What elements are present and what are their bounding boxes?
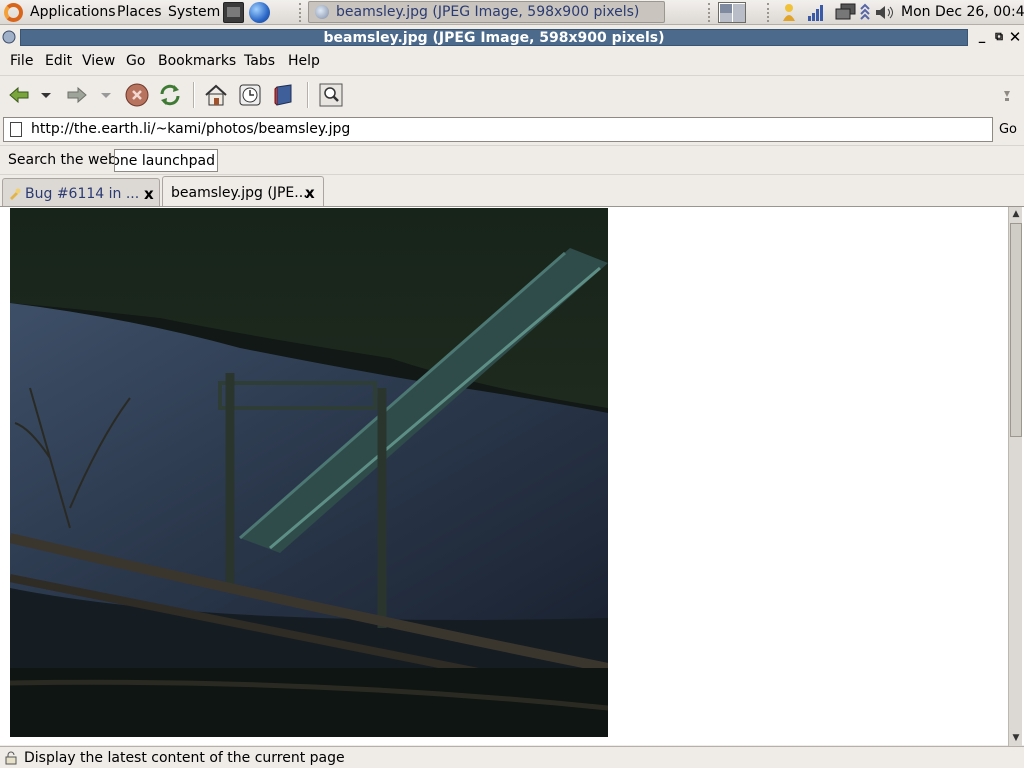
page-icon	[10, 122, 22, 137]
menu-go[interactable]: Go	[126, 53, 145, 69]
window-titlebar[interactable]: beamsley.jpg (JPEG Image, 598x900 pixels…	[0, 27, 1024, 48]
menu-tabs[interactable]: Tabs	[244, 53, 275, 69]
maximize-icon[interactable]: ⧉	[991, 29, 1007, 45]
status-bar: Display the latest content of the curren…	[0, 746, 1024, 768]
url-input[interactable]: http://the.earth.li/~kami/photos/beamsle…	[3, 117, 993, 142]
menu-help[interactable]: Help	[288, 53, 320, 69]
search-input-value: malone launchpad	[115, 153, 215, 169]
menu-view[interactable]: View	[82, 53, 115, 69]
go-button[interactable]: Go	[995, 119, 1021, 141]
web-browser-launcher-icon[interactable]	[249, 2, 270, 23]
tab-label: Bug #6114 in ...	[25, 186, 140, 202]
network-manager-icon[interactable]	[835, 3, 857, 22]
vertical-scrollbar[interactable]: ▲ ▼	[1008, 207, 1022, 746]
location-bar: http://the.earth.li/~kami/photos/beamsle…	[0, 115, 1024, 143]
history-clock-icon[interactable]	[237, 82, 263, 108]
panel-handle	[767, 3, 772, 22]
network-signal-icon[interactable]	[807, 3, 825, 22]
menu-edit[interactable]: Edit	[45, 53, 72, 69]
close-tab-icon[interactable]: x	[144, 185, 154, 203]
window-title-bar-fill: beamsley.jpg (JPEG Image, 598x900 pixels…	[20, 29, 968, 46]
applications-menu[interactable]: Applications	[30, 4, 116, 20]
security-lock-icon[interactable]	[4, 751, 18, 765]
bug-tab-favicon-icon	[10, 188, 21, 200]
toolbar-separator	[193, 82, 195, 108]
panel-handle	[708, 3, 713, 22]
stop-icon[interactable]	[124, 82, 150, 108]
forward-arrow-icon[interactable]	[64, 82, 90, 108]
menu-file[interactable]: File	[10, 53, 33, 69]
tab-strip: Bug #6114 in ... x beamsley.jpg (JPE... …	[0, 174, 1024, 207]
tab-beamsley[interactable]: beamsley.jpg (JPE... x	[162, 176, 324, 207]
taskbar-window-button[interactable]: beamsley.jpg (JPEG Image, 598x900 pixels…	[308, 1, 665, 23]
top-panel: Applications Places System beamsley.jpg …	[0, 0, 1024, 25]
throbber-icon	[1004, 91, 1010, 101]
terminal-launcher-icon[interactable]	[223, 2, 244, 23]
close-window-icon[interactable]: ✕	[1007, 29, 1023, 45]
search-magnifier-icon[interactable]	[318, 82, 344, 108]
menu-bookmarks[interactable]: Bookmarks	[158, 53, 236, 69]
search-label: Search the web:	[8, 152, 122, 168]
page-content[interactable]: ▲ ▼	[0, 206, 1024, 746]
volume-icon[interactable]	[874, 3, 896, 22]
workspace-switcher[interactable]	[718, 2, 746, 23]
tab-label: beamsley.jpg (JPE...	[171, 185, 308, 201]
scroll-up-icon[interactable]: ▲	[1009, 207, 1023, 221]
toolbar-separator	[307, 82, 309, 108]
navigation-toolbar	[0, 75, 1024, 115]
system-menu[interactable]: System	[168, 4, 220, 20]
window-title: beamsley.jpg (JPEG Image, 598x900 pixels…	[323, 30, 665, 46]
places-menu[interactable]: Places	[117, 4, 162, 20]
reload-icon[interactable]	[157, 82, 183, 108]
user-status-icon[interactable]	[780, 3, 798, 22]
search-input[interactable]: malone launchpad	[114, 149, 218, 172]
home-icon[interactable]	[203, 82, 229, 108]
url-input-value: http://the.earth.li/~kami/photos/beamsle…	[31, 121, 351, 137]
minimize-icon[interactable]: _	[974, 29, 990, 45]
panel-clock[interactable]: Mon Dec 26, 00:45	[901, 4, 1024, 20]
bookmarks-book-icon[interactable]	[271, 82, 297, 108]
scrollbar-thumb[interactable]	[1010, 223, 1022, 437]
beamsley-photo	[10, 208, 608, 737]
menu-bar: File Edit View Go Bookmarks Tabs Help	[0, 50, 1024, 73]
tab-bug-6114[interactable]: Bug #6114 in ... x	[2, 178, 160, 207]
update-notifier-icon[interactable]	[859, 3, 871, 22]
taskbar-window-label: beamsley.jpg (JPEG Image, 598x900 pixels…	[336, 4, 640, 20]
bridge-photo-image	[10, 208, 608, 737]
back-arrow-icon[interactable]	[6, 82, 32, 108]
ubuntu-logo-icon[interactable]	[4, 3, 23, 22]
firefox-icon	[315, 5, 329, 19]
panel-handle	[299, 3, 304, 22]
forward-history-dropdown-icon[interactable]	[96, 82, 116, 108]
back-history-dropdown-icon[interactable]	[36, 82, 56, 108]
close-tab-icon[interactable]: x	[305, 184, 315, 202]
scroll-down-icon[interactable]: ▼	[1009, 731, 1023, 745]
status-text: Display the latest content of the curren…	[24, 750, 345, 766]
window-menu-icon[interactable]	[2, 30, 16, 44]
search-toolbar: Search the web: malone launchpad	[0, 145, 1024, 173]
